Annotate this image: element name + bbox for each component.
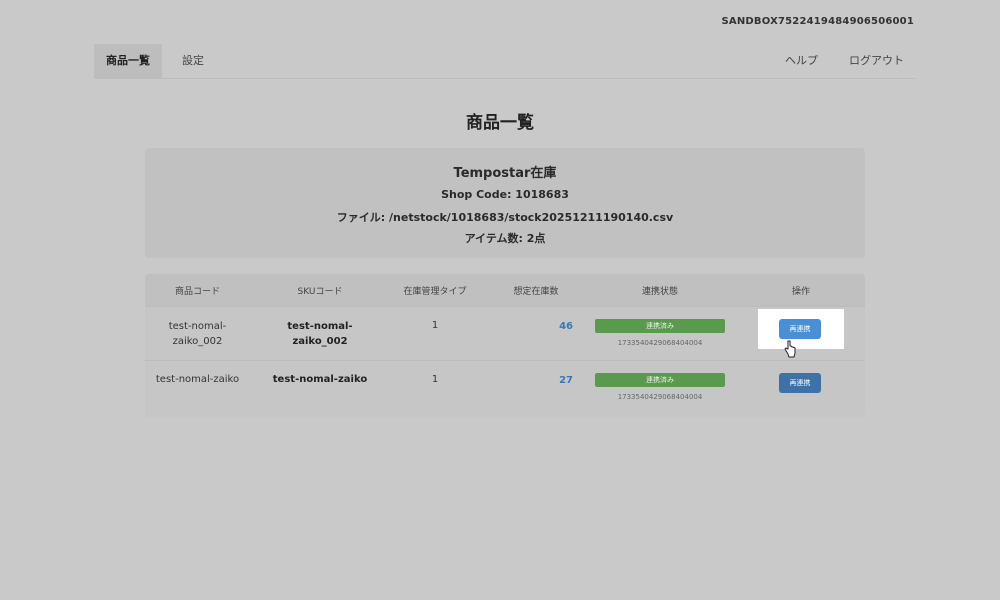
file-path: ファイル: /netstock/1018683/stock20251211190… [336, 211, 674, 224]
status-id: 1733540429068404004 [617, 339, 703, 347]
shop-code: Shop Code: 1018683 [441, 188, 569, 201]
table-header: 商品コード SKUコード 在庫管理タイプ 想定在庫数 連携状態 操作 [145, 274, 865, 306]
page-title: 商品一覧 [466, 113, 534, 133]
header-actions: 操作 [791, 287, 810, 297]
status-badge: 連携済み [595, 373, 725, 387]
expected-stock: 27 [559, 375, 573, 386]
header-sku-code: SKUコード [297, 287, 343, 297]
inventory-info-card: Tempostar在庫 Shop Code: 1018683 ファイル: /ne… [145, 148, 865, 258]
table-row: test-nomal-zaiko test-nomal-zaiko 1 27 連… [145, 360, 865, 411]
expected-stock: 46 [559, 321, 573, 332]
table-row: test-nomal- zaiko_002 test-nomal- zaiko_… [145, 306, 865, 361]
resync-button-highlight: 再連携 [758, 309, 844, 349]
header-stock-type: 在庫管理タイプ [403, 287, 467, 297]
shop-id: SANDBOX7522419484906506001 [721, 16, 914, 27]
product-code: test-nomal-zaiko [155, 374, 240, 385]
tab-settings[interactable]: 設定 [170, 44, 216, 78]
item-count: アイテム数: 2点 [464, 232, 546, 245]
status-badge: 連携済み [595, 319, 725, 333]
header-expected-stock: 想定在庫数 [513, 287, 559, 297]
status-id: 1733540429068404004 [617, 393, 703, 401]
resync-button[interactable]: 再連携 [779, 319, 821, 339]
resync-button[interactable]: 再連携 [779, 373, 821, 393]
header-sync-status: 連携状態 [641, 287, 678, 297]
hand-pointer-icon [784, 340, 796, 358]
tab-product-list[interactable]: 商品一覧 [94, 44, 162, 78]
sku-code: test-nomal-zaiko [272, 374, 368, 385]
product-code: test-nomal- zaiko_002 [168, 321, 227, 347]
sku-code: test-nomal- zaiko_002 [287, 321, 353, 347]
logout-link[interactable]: ログアウト [849, 44, 904, 78]
top-nav: 商品一覧 設定 ヘルプ ログアウト [94, 44, 916, 79]
inventory-title: Tempostar在庫 [453, 166, 557, 181]
help-link[interactable]: ヘルプ [785, 44, 818, 78]
header-product-code: 商品コード [174, 287, 220, 297]
stock-type: 1 [431, 374, 439, 385]
stock-type: 1 [431, 320, 439, 331]
product-table: 商品コード SKUコード 在庫管理タイプ 想定在庫数 連携状態 操作 test-… [145, 274, 865, 418]
